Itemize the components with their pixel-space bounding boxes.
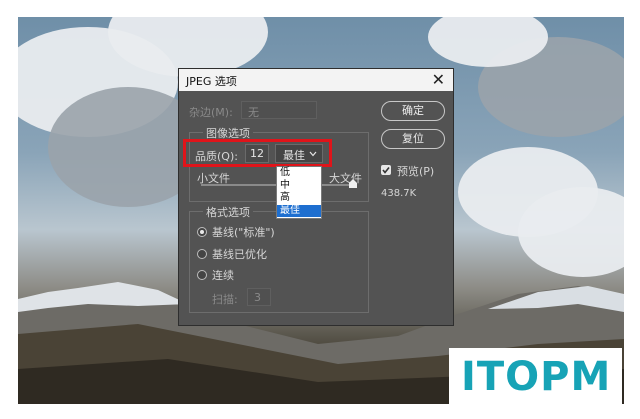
ok-button[interactable]: 确定 [381,101,445,121]
baseline-optimized-radio[interactable] [197,249,207,259]
progressive-label[interactable]: 连续 [212,267,234,283]
close-icon[interactable]: ✕ [432,70,445,89]
matte-value: 无 [248,106,259,119]
file-size: 438.7K [381,188,417,199]
quality-option[interactable]: 低 [277,167,321,180]
checkbox-icon [382,167,390,174]
logo-text: ITOPM [461,354,612,400]
itopm-logo: ITOPM [449,348,622,406]
progressive-radio[interactable] [197,270,207,280]
matte-select[interactable]: 无 [241,101,317,119]
baseline-optimized-label[interactable]: 基线已优化 [212,246,267,262]
dialog-title: JPEG 选项 [186,75,237,88]
scans-label: 扫描: [212,293,238,306]
preview-label[interactable]: 预览(P) [397,163,434,179]
title-bar: JPEG 选项 ✕ [179,69,453,91]
quality-highlight-box [183,139,332,167]
preview-checkbox[interactable] [381,165,391,175]
baseline-standard-radio[interactable] [197,227,207,237]
quality-option[interactable]: 最佳 [277,204,321,217]
slider-thumb-icon[interactable] [349,179,357,188]
quality-dropdown-list[interactable]: 低中高最佳 [276,166,322,219]
reset-button[interactable]: 复位 [381,129,445,149]
quality-option[interactable]: 高 [277,192,321,205]
matte-label: 杂边(M): [189,106,233,119]
scans-select[interactable]: 3 [247,288,271,306]
format-options-legend: 格式选项 [203,204,253,220]
baseline-standard-label[interactable]: 基线("标准") [212,224,275,240]
scans-value: 3 [254,291,261,304]
quality-option[interactable]: 中 [277,180,321,193]
